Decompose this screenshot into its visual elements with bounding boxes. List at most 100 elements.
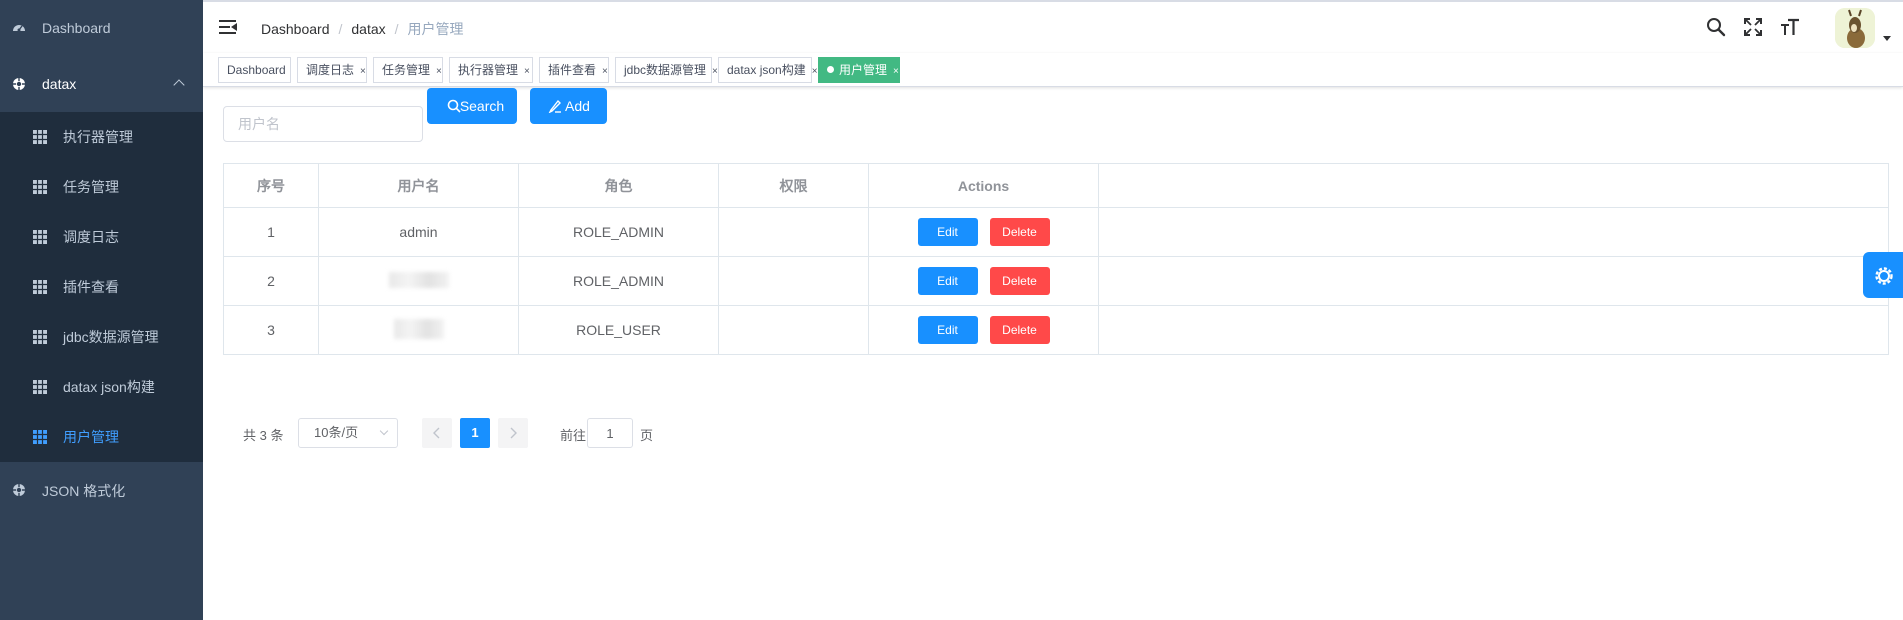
- sidebar-item-label: Dashboard: [42, 20, 111, 36]
- cell-username: [318, 256, 519, 306]
- sidebar: Dashboard datax 执行器管理 任务管理 调度日志 插件查看 jdb…: [0, 0, 203, 620]
- add-button[interactable]: Add: [530, 88, 607, 124]
- sidebar-item-plugins[interactable]: 插件查看: [0, 262, 203, 312]
- tag-plugins[interactable]: 插件查看 ×: [539, 57, 609, 83]
- redacted-username: [388, 271, 449, 288]
- settings-button[interactable]: [1863, 252, 1903, 298]
- delete-button[interactable]: Delete: [989, 218, 1050, 246]
- delete-button[interactable]: Delete: [989, 316, 1050, 344]
- tag-label: 插件查看: [548, 63, 597, 77]
- sidebar-item-label: datax json构建: [63, 379, 155, 395]
- prev-page-button[interactable]: [422, 418, 452, 448]
- cell-username: [318, 305, 519, 355]
- search-button[interactable]: Search: [427, 88, 517, 124]
- table-row: 2 ROLE_ADMIN Edit Delete: [223, 256, 1889, 306]
- users-table: 序号 用户名 角色 权限 Actions 1 admin ROLE_ADMIN …: [223, 163, 1889, 355]
- sidebar-submenu-label: datax: [42, 76, 77, 92]
- close-icon[interactable]: ×: [893, 60, 899, 84]
- text-size-icon[interactable]: [1780, 17, 1800, 37]
- goto-suffix: 页: [640, 428, 654, 443]
- edit-icon: [548, 99, 561, 113]
- breadcrumb-item[interactable]: Dashboard: [261, 21, 330, 37]
- table-filler: [1098, 305, 1889, 355]
- close-icon[interactable]: ×: [812, 60, 818, 84]
- chevron-down-icon: [379, 426, 389, 436]
- tag-jobs[interactable]: 任务管理 ×: [373, 57, 443, 83]
- tag-executor[interactable]: 执行器管理 ×: [449, 57, 533, 83]
- chevron-left-icon: [433, 427, 440, 439]
- tag-logs[interactable]: 调度日志 ×: [297, 57, 367, 83]
- column-header: 序号: [223, 163, 319, 208]
- caret-down-icon[interactable]: [1883, 36, 1891, 41]
- table-icon: [33, 130, 47, 144]
- tag-users[interactable]: 用户管理 ×: [818, 57, 900, 83]
- goto-page-input[interactable]: [587, 418, 633, 448]
- edit-button[interactable]: Edit: [917, 218, 978, 246]
- cell-index: 3: [223, 305, 319, 355]
- sidebar-item-users[interactable]: 用户管理: [0, 412, 203, 462]
- dashboard-icon: [13, 25, 25, 32]
- cell-role: ROLE_USER: [518, 305, 719, 355]
- right-menu: [1703, 2, 1903, 55]
- tag-json-build[interactable]: datax json构建 ×: [718, 57, 818, 83]
- page-size-select[interactable]: 10条/页: [298, 418, 398, 448]
- column-header: 权限: [718, 163, 869, 208]
- tag-label: 任务管理: [382, 63, 431, 77]
- close-icon[interactable]: ×: [712, 60, 718, 84]
- table-filler: [1098, 163, 1889, 208]
- column-header: Actions: [868, 163, 1099, 208]
- datax-icon: [13, 78, 25, 90]
- sidebar-item-dashboard[interactable]: Dashboard: [0, 0, 203, 56]
- close-icon[interactable]: ×: [602, 60, 608, 84]
- sidebar-item-jdbc[interactable]: jdbc数据源管理: [0, 312, 203, 362]
- username-search-input[interactable]: [223, 106, 423, 142]
- sidebar-item-label: 插件查看: [63, 279, 119, 295]
- redacted-username: [393, 318, 444, 339]
- sidebar-item-jobs[interactable]: 任务管理: [0, 162, 203, 212]
- sidebar-item-label: 执行器管理: [63, 129, 133, 145]
- gear-icon: [1875, 267, 1893, 285]
- table-icon: [33, 380, 47, 394]
- json-format-icon: [13, 484, 25, 496]
- sidebar-item-label: 调度日志: [63, 229, 119, 245]
- tag-dashboard[interactable]: Dashboard: [218, 57, 291, 83]
- close-icon[interactable]: ×: [436, 60, 442, 84]
- breadcrumb-current: 用户管理: [407, 21, 464, 37]
- sidebar-submenu-datax[interactable]: datax: [0, 56, 203, 112]
- table-icon: [33, 180, 47, 194]
- sidebar-item-json-build[interactable]: datax json构建: [0, 362, 203, 412]
- page-number-button[interactable]: 1: [460, 418, 490, 448]
- navbar: Dashboard / datax / 用户管理: [203, 0, 1903, 53]
- edit-button[interactable]: Edit: [917, 316, 978, 344]
- sidebar-item-logs[interactable]: 调度日志: [0, 212, 203, 262]
- sidebar-item-executor[interactable]: 执行器管理: [0, 112, 203, 162]
- goto-prefix: 前往: [560, 428, 587, 443]
- avatar[interactable]: [1835, 8, 1875, 48]
- tag-jdbc[interactable]: jdbc数据源管理 ×: [615, 57, 718, 83]
- tags-view: Dashboard 调度日志 × 任务管理 × 执行器管理 × 插件查看 × jdbc数…: [203, 53, 1903, 87]
- close-icon[interactable]: ×: [524, 60, 530, 84]
- cell-permission: [718, 256, 869, 306]
- column-header: 用户名: [318, 163, 519, 208]
- search-icon[interactable]: [1706, 17, 1726, 37]
- hamburger-icon[interactable]: [219, 20, 237, 34]
- close-icon[interactable]: ×: [360, 60, 366, 84]
- fullscreen-icon[interactable]: [1743, 17, 1763, 37]
- next-page-button[interactable]: [498, 418, 528, 448]
- cell-actions: Edit Delete: [868, 207, 1099, 257]
- tag-label: 执行器管理: [458, 63, 519, 77]
- cell-actions: Edit Delete: [868, 256, 1099, 306]
- sidebar-item-label: JSON 格式化: [42, 483, 126, 499]
- active-dot-icon: [827, 66, 834, 73]
- cell-actions: Edit Delete: [868, 305, 1099, 355]
- table-icon: [33, 330, 47, 344]
- table-filler: [1098, 207, 1889, 257]
- edit-button[interactable]: Edit: [917, 267, 978, 295]
- tag-label: 调度日志: [306, 63, 355, 77]
- sidebar-item-json-format[interactable]: JSON 格式化: [0, 462, 203, 520]
- sidebar-item-label: 任务管理: [63, 179, 119, 195]
- breadcrumb-item[interactable]: datax: [351, 21, 385, 37]
- cell-permission: [718, 207, 869, 257]
- main-content: Search Add 序号 用户名 角色 权限 Actions 1 admin …: [203, 88, 1903, 620]
- delete-button[interactable]: Delete: [989, 267, 1050, 295]
